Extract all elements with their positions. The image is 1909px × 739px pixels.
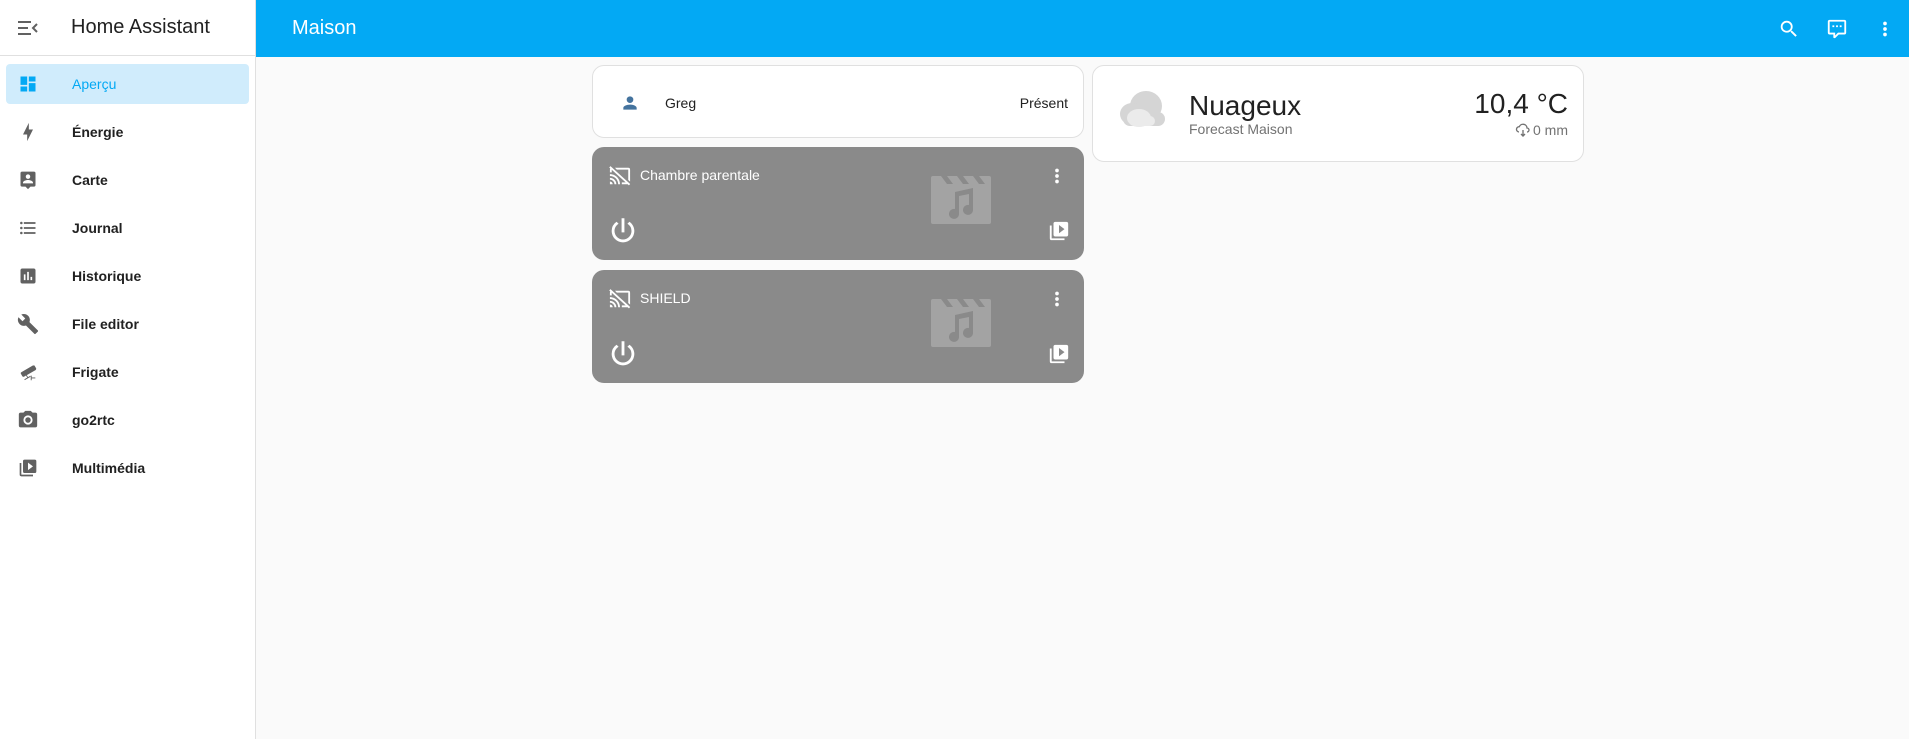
person-entity-card[interactable]: Greg Présent	[592, 65, 1084, 138]
top-app-bar: Maison	[256, 0, 1909, 57]
assist-button[interactable]	[1813, 5, 1861, 53]
person-name: Greg	[665, 95, 697, 111]
sidebar-item-label: Historique	[72, 268, 142, 284]
cast-off-icon	[608, 165, 632, 192]
sidebar-item-label: Frigate	[72, 364, 119, 380]
sidebar-item-label: Multimédia	[72, 460, 146, 476]
media-control-card[interactable]: SHIELD	[592, 270, 1084, 383]
top-app-bar-actions	[1765, 0, 1909, 57]
account-icon	[620, 93, 640, 118]
cctv-icon	[6, 352, 50, 392]
sidebar-item-energie[interactable]: Énergie	[6, 112, 249, 152]
sidebar-item-apercu[interactable]: Aperçu	[6, 64, 249, 104]
media-player-name: SHIELD	[640, 290, 691, 306]
sidebar-item-label: Carte	[72, 172, 108, 188]
sidebar-nav: Aperçu Énergie Carte Journal Historique	[0, 56, 255, 488]
search-icon	[1780, 20, 1797, 37]
sidebar-item-label: Journal	[72, 220, 123, 236]
more-options-button[interactable]	[1046, 288, 1068, 315]
search-button[interactable]	[1765, 5, 1813, 53]
sidebar: Home Assistant Aperçu Énergie Carte Jour…	[0, 0, 256, 739]
comment-processing-icon	[1827, 19, 1847, 38]
wrench-icon	[6, 304, 50, 344]
play-box-multiple-icon	[6, 448, 50, 488]
map-account-icon	[6, 160, 50, 200]
menu-open-icon	[18, 20, 38, 35]
weather-temperature: 10,4 °C	[1474, 88, 1568, 119]
power-button[interactable]	[606, 214, 640, 253]
dots-vertical-icon	[1883, 21, 1887, 36]
sidebar-item-label: File editor	[72, 316, 139, 332]
sidebar-header: Home Assistant	[0, 0, 255, 56]
sidebar-item-journal[interactable]: Journal	[6, 208, 249, 248]
list-icon	[6, 208, 50, 248]
overflow-menu-button[interactable]	[1861, 5, 1909, 53]
power-icon	[611, 218, 635, 243]
sidebar-item-frigate[interactable]: Frigate	[6, 352, 249, 392]
precipitation-value: 0 mm	[1533, 122, 1568, 138]
sidebar-item-label: Aperçu	[72, 76, 117, 92]
power-button[interactable]	[606, 337, 640, 376]
weather-precipitation: 0 mm	[1515, 122, 1568, 138]
play-box-multiple-icon	[1049, 344, 1069, 364]
page-title: Maison	[292, 17, 357, 39]
sidebar-item-multimedia[interactable]: Multimédia	[6, 448, 249, 488]
dots-vertical-icon	[1055, 291, 1059, 307]
weather-forecast-card[interactable]: Nuageux Forecast Maison 10,4 °C 0 mm	[1092, 65, 1584, 162]
movie-open-music-icon	[929, 297, 993, 354]
browse-media-button[interactable]	[1048, 220, 1070, 247]
menu-toggle-button[interactable]	[0, 0, 56, 56]
sidebar-item-label: Énergie	[72, 124, 124, 140]
browse-media-button[interactable]	[1048, 343, 1070, 370]
media-player-name: Chambre parentale	[640, 167, 760, 183]
movie-open-music-icon	[929, 174, 993, 231]
more-options-button[interactable]	[1046, 165, 1068, 192]
play-box-multiple-icon	[1049, 221, 1069, 241]
dots-vertical-icon	[1055, 168, 1059, 184]
sidebar-item-historique[interactable]: Historique	[6, 256, 249, 296]
camera-icon	[6, 400, 50, 440]
sidebar-item-label: go2rtc	[72, 412, 115, 428]
chart-bar-icon	[6, 256, 50, 296]
weather-pouring-icon	[1515, 123, 1530, 137]
lightning-icon	[6, 112, 50, 152]
app-title: Home Assistant	[71, 16, 210, 38]
media-control-card[interactable]: Chambre parentale	[592, 147, 1084, 260]
dashboard-icon	[6, 64, 50, 104]
sidebar-item-go2rtc[interactable]: go2rtc	[6, 400, 249, 440]
weather-location: Forecast Maison	[1189, 121, 1293, 137]
sidebar-item-carte[interactable]: Carte	[6, 160, 249, 200]
cloudy-icon	[1113, 86, 1169, 135]
person-state: Présent	[1019, 95, 1068, 111]
power-icon	[611, 341, 635, 366]
cast-off-icon	[608, 288, 632, 315]
sidebar-item-file-editor[interactable]: File editor	[6, 304, 249, 344]
weather-condition: Nuageux	[1189, 90, 1302, 121]
